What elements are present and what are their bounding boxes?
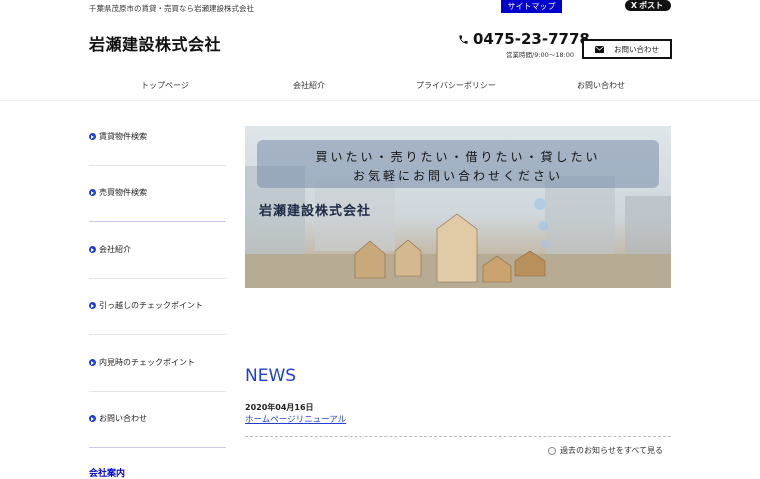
- bullet-arrow-icon: [89, 302, 96, 309]
- x-logo-icon: X: [630, 1, 638, 10]
- sidebar-item-label: 内見時のチェックポイント: [99, 358, 195, 367]
- news-item-link[interactable]: ホームページリニューアル: [245, 413, 346, 425]
- sidebar-item-company[interactable]: 会社紹介: [89, 244, 226, 255]
- banner-message-box: 買いたい・売りたい・借りたい・貸したい お気軽にお問い合わせください: [257, 140, 659, 188]
- sidebar-item-moving-checkpoints[interactable]: 引っ越しのチェックポイント: [89, 300, 226, 311]
- sidebar-item-label: お問い合わせ: [99, 414, 147, 423]
- phone-number[interactable]: 0475-23-7778: [458, 30, 590, 48]
- hero-banner: 買いたい・売りたい・借りたい・貸したい お気軽にお問い合わせください 岩瀬建設株…: [245, 126, 671, 288]
- bullet-arrow-icon: [89, 359, 96, 366]
- phone-text: 0475-23-7778: [473, 30, 590, 48]
- news-date: 2020年04月16日: [245, 403, 314, 412]
- contact-button[interactable]: お問い合わせ: [582, 39, 672, 59]
- global-nav: トップページ 会社紹介 プライバシーポリシー お問い合わせ: [0, 70, 760, 101]
- x-post-button[interactable]: X ポスト: [625, 0, 671, 11]
- sidebar-item-label: 引っ越しのチェックポイント: [99, 301, 203, 310]
- sitemap-button[interactable]: サイトマップ: [501, 0, 562, 13]
- view-all-news-link[interactable]: 過去のお知らせをすべて見る: [548, 445, 663, 456]
- x-post-label: ポスト: [639, 1, 664, 10]
- nav-item-top[interactable]: トップページ: [141, 80, 189, 91]
- sidebar-divider: [89, 447, 226, 448]
- phone-icon: [459, 34, 468, 44]
- sidebar-item-label: 会社紹介: [99, 245, 131, 254]
- news-heading: NEWS: [245, 366, 297, 386]
- sidebar-item-sale-search[interactable]: 売買物件検索: [89, 187, 226, 198]
- news-divider: [245, 436, 671, 437]
- sidebar-item-contact[interactable]: お問い合わせ: [89, 413, 226, 424]
- contact-button-label: お問い合わせ: [614, 44, 659, 54]
- bullet-arrow-icon: [89, 133, 96, 140]
- site-tagline: 千葉県茂原市の賃貸・売買なら岩瀬建設株式会社: [89, 4, 254, 13]
- view-all-news-label: 過去のお知らせをすべて見る: [560, 446, 663, 455]
- banner-company-name: 岩瀬建設株式会社: [259, 204, 372, 219]
- mail-icon: [595, 45, 604, 53]
- sidebar-divider: [89, 391, 226, 392]
- bullet-arrow-icon: [89, 189, 96, 196]
- sidebar-item-rental-search[interactable]: 賃貸物件検索: [89, 131, 226, 142]
- sidebar-divider: [89, 278, 226, 279]
- business-hours: 営業時間/9:00～18:00: [506, 51, 575, 59]
- sidebar-divider: [89, 334, 226, 335]
- bullet-arrow-icon: [89, 415, 96, 422]
- banner-subheadline: お気軽にお問い合わせください: [352, 169, 563, 183]
- sidebar-item-viewing-checkpoints[interactable]: 内見時のチェックポイント: [89, 357, 226, 368]
- nav-item-contact[interactable]: お問い合わせ: [577, 80, 625, 91]
- sidebar-item-label: 賃貸物件検索: [99, 132, 147, 141]
- site-logo[interactable]: 岩瀬建設株式会社: [89, 31, 221, 55]
- sidebar-item-label: 売買物件検索: [99, 188, 147, 197]
- sidebar-divider: [89, 221, 226, 222]
- banner-headline: 買いたい・売りたい・借りたい・貸したい: [315, 150, 601, 164]
- nav-item-company[interactable]: 会社紹介: [293, 80, 325, 91]
- circle-bullet-icon: [548, 446, 556, 455]
- nav-item-privacy[interactable]: プライバシーポリシー: [416, 80, 496, 91]
- bullet-arrow-icon: [89, 246, 96, 253]
- sidebar-divider: [89, 165, 226, 166]
- sidebar-section-heading: 会社案内: [89, 469, 126, 479]
